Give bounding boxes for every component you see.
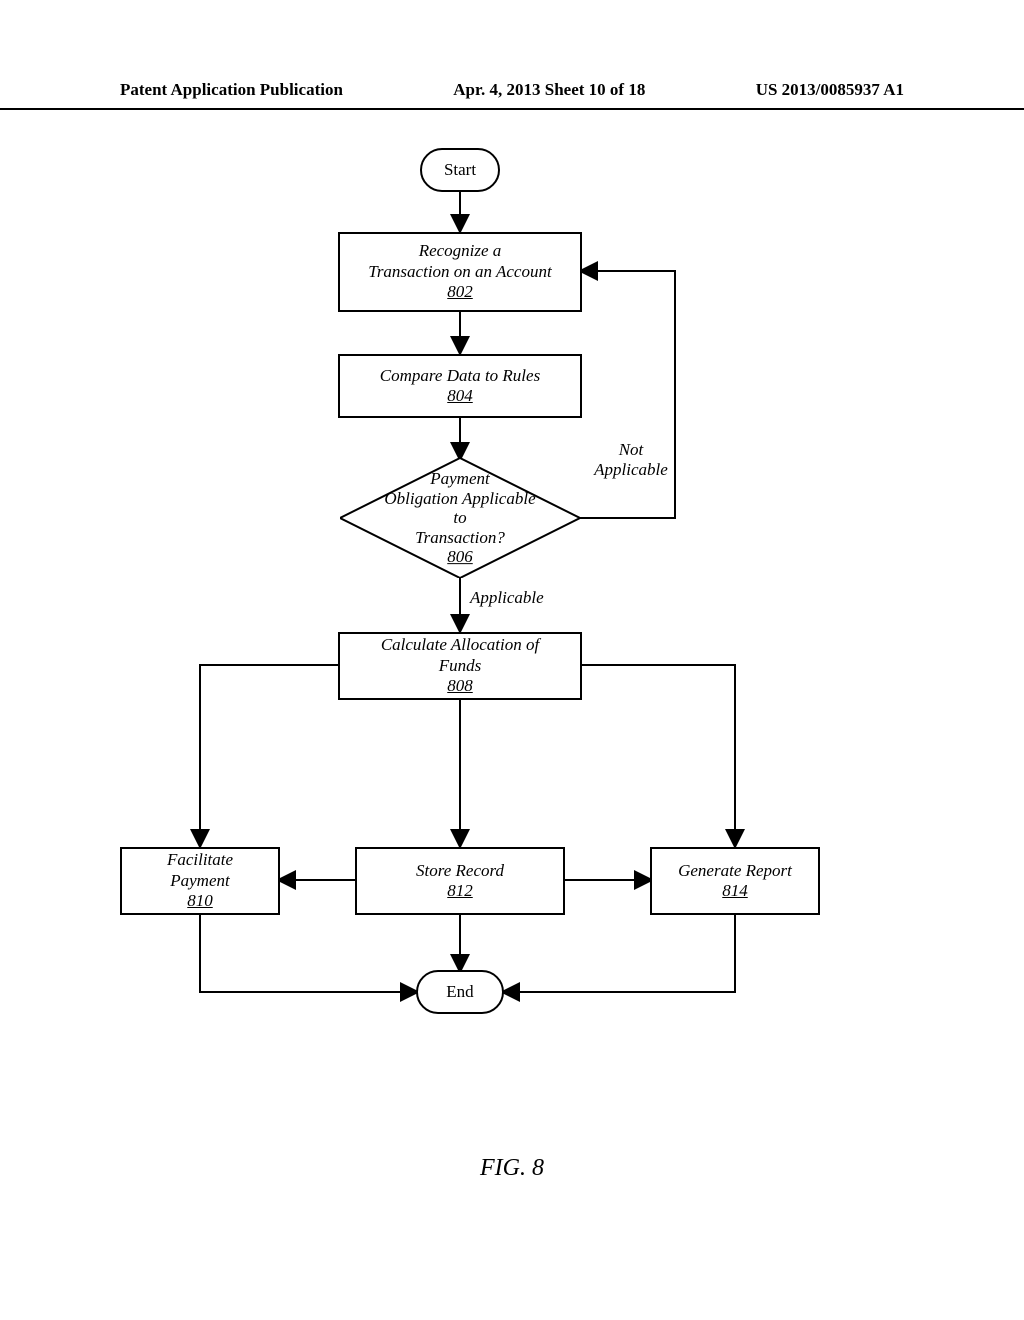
step-802-ref: 802 [447, 282, 473, 302]
header-left: Patent Application Publication [120, 80, 343, 100]
start-label: Start [444, 160, 476, 180]
end-node: End [416, 970, 504, 1014]
start-node: Start [420, 148, 500, 192]
page-header: Patent Application Publication Apr. 4, 2… [0, 80, 1024, 110]
step-814-ref: 814 [722, 881, 748, 901]
end-label: End [446, 982, 473, 1002]
step-812-text: Store Record [416, 861, 504, 881]
step-810-ref: 810 [187, 891, 213, 911]
step-804: Compare Data to Rules 804 [338, 354, 582, 418]
header-right: US 2013/0085937 A1 [756, 80, 904, 100]
figure-caption: FIG. 8 [0, 1155, 1024, 1182]
step-804-text: Compare Data to Rules [380, 366, 540, 386]
step-808-text: Calculate Allocation of Funds [381, 635, 539, 676]
decision-806-ref: 806 [447, 547, 473, 566]
step-810: Facilitate Payment 810 [120, 847, 280, 915]
decision-806: Payment Obligation Applicable to Transac… [340, 458, 580, 578]
header-mid: Apr. 4, 2013 Sheet 10 of 18 [453, 80, 645, 100]
step-814: Generate Report 814 [650, 847, 820, 915]
step-812: Store Record 812 [355, 847, 565, 915]
step-808: Calculate Allocation of Funds 808 [338, 632, 582, 700]
branch-applicable: Applicable [470, 588, 544, 608]
step-810-text: Facilitate Payment [167, 850, 233, 891]
branch-not-applicable: Not Applicable [586, 440, 676, 479]
step-814-text: Generate Report [678, 861, 792, 881]
decision-806-text: Payment Obligation Applicable to Transac… [384, 469, 535, 547]
flowchart: Start Recognize a Transaction on an Acco… [0, 140, 1024, 1060]
step-808-ref: 808 [447, 676, 473, 696]
step-804-ref: 804 [447, 386, 473, 406]
step-802: Recognize a Transaction on an Account 80… [338, 232, 582, 312]
step-802-text: Recognize a Transaction on an Account [368, 241, 551, 282]
step-812-ref: 812 [447, 881, 473, 901]
